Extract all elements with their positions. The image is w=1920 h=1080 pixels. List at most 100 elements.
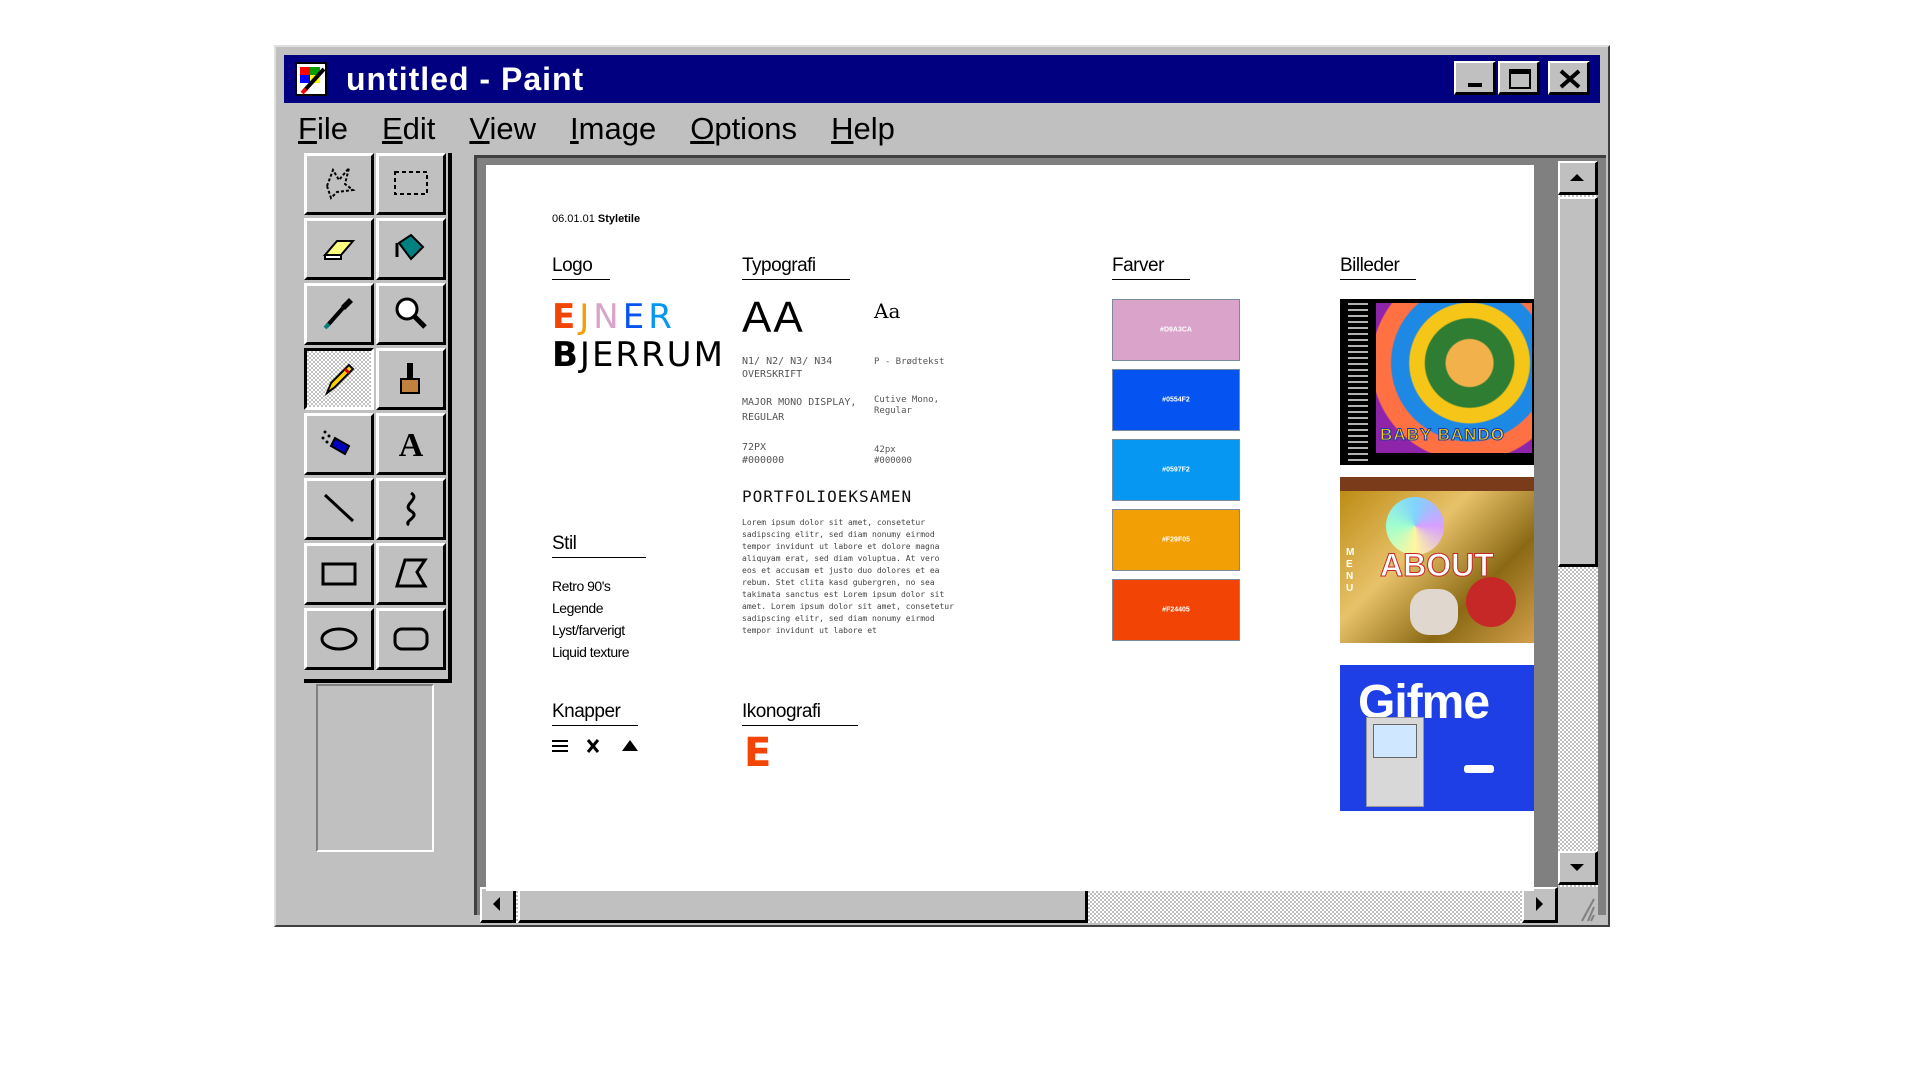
arrow-down-icon (1570, 864, 1584, 871)
farver-title-underline (1112, 279, 1190, 280)
maximize-icon (1509, 69, 1531, 89)
font2-size: 42px (874, 445, 896, 455)
color-picker-icon (323, 298, 353, 330)
knapper-title-underline (552, 725, 638, 726)
stil-list-item: Legende (552, 600, 604, 616)
billeder-section-title: Billeder (1340, 255, 1400, 276)
scroll-left-button[interactable] (480, 887, 516, 923)
rounded-rectangle-icon (393, 627, 429, 651)
horizontal-scroll-thumb[interactable] (518, 887, 1088, 923)
menu-edit[interactable]: Edit (382, 107, 435, 151)
toolbox: A (304, 153, 452, 683)
image-about-topbar (1340, 477, 1534, 491)
arrow-right-icon (1536, 897, 1543, 911)
doc-header: 06.01.01 Styletile (552, 213, 640, 225)
knapper-section-title: Knapper (552, 701, 621, 722)
logo-line-2: BJERRUM (552, 337, 725, 373)
tool-polygon[interactable] (376, 543, 446, 605)
free-form-select-icon (325, 167, 356, 200)
polygon-icon (394, 558, 428, 588)
font1-name: MAJOR MONO DISPLAY, REGULAR (742, 395, 856, 425)
color-swatch: #0554F2 (1112, 369, 1240, 431)
ikonografi-section-title: Ikonografi (742, 701, 821, 722)
ellipse-icon (320, 627, 358, 651)
scroll-down-button[interactable] (1558, 851, 1598, 885)
tool-select[interactable] (376, 153, 446, 215)
window-title: untitled - Paint (346, 61, 585, 97)
logo-line-2-rest: JERRUM (579, 335, 725, 375)
color-swatch-label: #0554F2 (1162, 396, 1190, 404)
image-about: MENU ABOUT (1340, 477, 1534, 643)
title-bar[interactable]: untitled - Paint (284, 55, 1600, 103)
font1-color: #000000 (742, 455, 785, 466)
vertical-scrollbar[interactable] (1558, 161, 1598, 887)
logo-letter: R (648, 297, 676, 337)
tool-brush[interactable] (376, 348, 446, 410)
body-text-sample: Lorem ipsum dolor sit amet, consetetur s… (742, 518, 954, 635)
drawing-canvas[interactable]: 06.01.01 Styletile Logo EJNER BJERRUM Ty… (486, 165, 1534, 891)
baby-bando-text: BABY BANDO (1380, 425, 1505, 445)
triangle-up-icon (622, 740, 638, 751)
svg-text:A: A (399, 427, 424, 464)
headline-sample: PORTFOLIOEKSAMEN (742, 487, 913, 506)
paint-window: untitled - Paint File Edit View Image Option… (274, 45, 1610, 927)
font1-name-line2: REGULAR (742, 412, 785, 423)
close-icon (1559, 69, 1581, 89)
record-player-shape (1466, 577, 1516, 627)
tool-ellipse[interactable] (304, 608, 374, 670)
retro-computer-shape (1366, 717, 1424, 807)
button-icons (552, 739, 638, 753)
horizontal-scrollbar[interactable] (480, 887, 1558, 923)
menu-view[interactable]: View (469, 107, 536, 151)
logo-letter: N (593, 297, 623, 337)
logo-line-2-initial: B (552, 335, 580, 375)
eraser-icon (322, 240, 356, 260)
tool-rounded-rectangle[interactable] (376, 608, 446, 670)
rectangle-icon (321, 562, 357, 586)
tool-color-picker[interactable] (304, 283, 374, 345)
font1-name-line1: MAJOR MONO DISPLAY, (742, 397, 857, 408)
resize-grip[interactable] (1558, 887, 1598, 923)
tool-curve[interactable] (376, 478, 446, 540)
brush-icon (400, 363, 420, 394)
heading-type: OVERSKRIFT (742, 369, 803, 380)
image-gifme: Gifme (1340, 665, 1534, 811)
magnifier-icon (395, 297, 427, 329)
tool-eraser[interactable] (304, 218, 374, 280)
menu-image[interactable]: Image (570, 107, 656, 151)
tool-text[interactable]: A (376, 413, 446, 475)
hamburger-icon (552, 740, 568, 752)
font2-name-line1: Cutive Mono, (874, 395, 940, 405)
menu-help[interactable]: Help (831, 107, 895, 151)
tool-free-form-select[interactable] (304, 153, 374, 215)
tool-pencil[interactable] (304, 348, 374, 410)
menu-file[interactable]: File (298, 107, 348, 151)
skull-shape (1410, 589, 1458, 635)
menu-accelerator: E (381, 111, 403, 146)
tool-rectangle[interactable] (304, 543, 374, 605)
maximize-button[interactable] (1498, 61, 1540, 95)
logo-letter: E (552, 297, 580, 337)
scroll-right-button[interactable] (1522, 887, 1558, 923)
tool-options-box[interactable] (316, 684, 434, 852)
styletile-document: 06.01.01 Styletile Logo EJNER BJERRUM Ty… (486, 165, 1534, 891)
tool-airbrush[interactable] (304, 413, 374, 475)
close-button[interactable] (1548, 61, 1590, 95)
minimize-button[interactable] (1454, 61, 1496, 95)
color-swatch: #F29F05 (1112, 509, 1240, 571)
font2-name: Cutive Mono, Regular (874, 395, 939, 417)
scroll-up-button[interactable] (1558, 161, 1598, 195)
menu-accelerator: O (690, 111, 715, 146)
menu-label-rest: elp (853, 111, 895, 146)
tool-magnifier[interactable] (376, 283, 446, 345)
vertical-scroll-thumb[interactable] (1558, 197, 1598, 567)
logo-letter: E (622, 297, 649, 337)
color-swatch-label: #0597F2 (1162, 466, 1190, 474)
menu-accelerator: V (469, 111, 490, 146)
fill-bucket-icon (395, 233, 425, 261)
tool-line[interactable] (304, 478, 374, 540)
about-text: ABOUT (1380, 547, 1495, 584)
menu-options[interactable]: Options (690, 107, 797, 151)
stil-title-underline (552, 557, 646, 558)
tool-fill-bucket[interactable] (376, 218, 446, 280)
